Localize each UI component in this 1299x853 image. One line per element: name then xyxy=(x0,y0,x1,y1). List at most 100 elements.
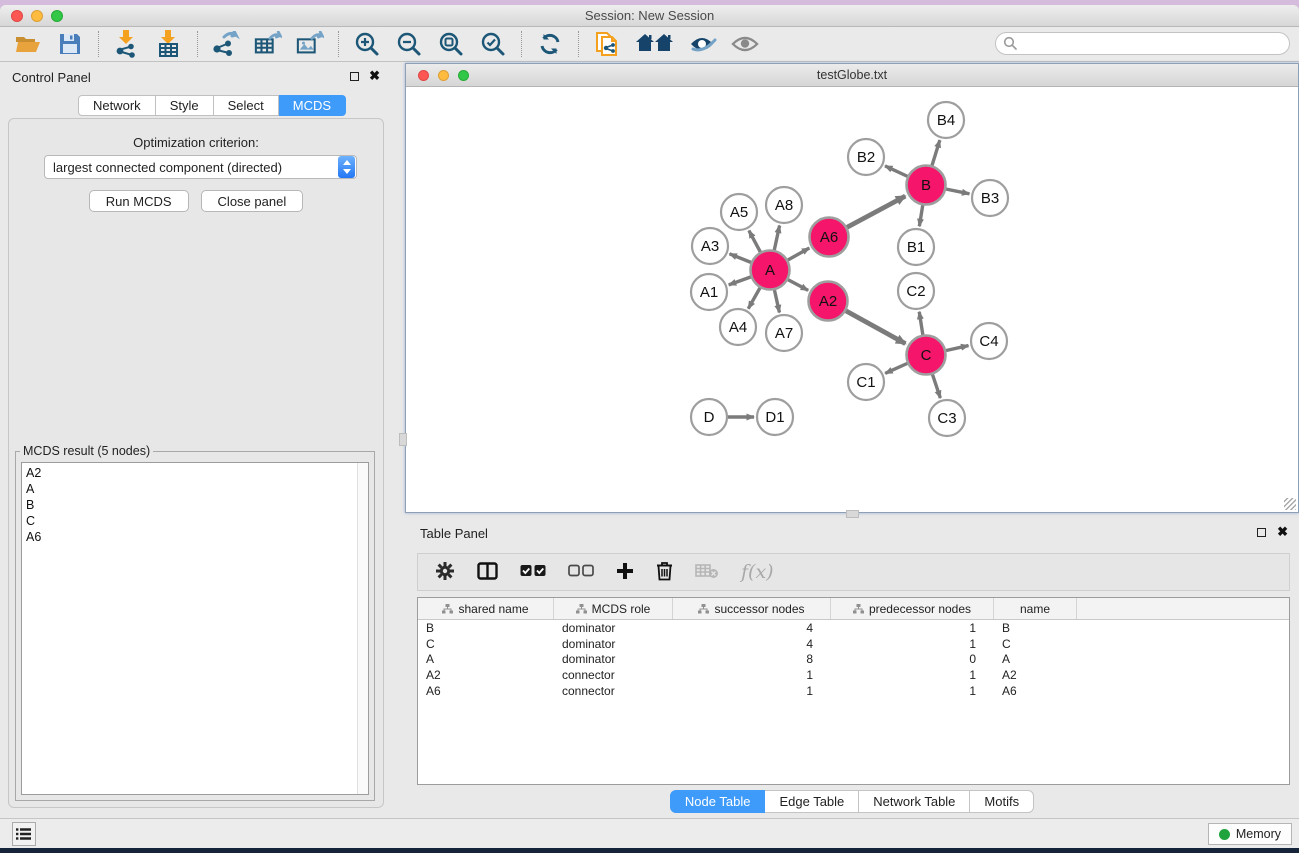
table-cell[interactable]: dominator xyxy=(554,621,673,635)
graph-edge[interactable] xyxy=(729,254,751,263)
graph-node[interactable]: C xyxy=(907,336,946,375)
table-cell[interactable]: A6 xyxy=(994,684,1077,698)
zoom-selected-icon[interactable] xyxy=(479,31,507,57)
tab-node-table[interactable]: Node Table xyxy=(670,790,766,813)
graph-node[interactable]: B3 xyxy=(972,180,1008,216)
tab-network-table[interactable]: Network Table xyxy=(859,790,970,813)
list-item[interactable]: A xyxy=(26,481,364,497)
tab-edge-table[interactable]: Edge Table xyxy=(765,790,859,813)
table-row[interactable]: Cdominator41C xyxy=(418,636,1289,652)
network-window-titlebar[interactable]: testGlobe.txt xyxy=(406,64,1298,87)
list-item[interactable]: A6 xyxy=(26,529,364,545)
graph-node[interactable]: A1 xyxy=(691,274,727,310)
table-cell[interactable]: dominator xyxy=(554,637,673,651)
table-cell[interactable]: connector xyxy=(554,668,673,682)
table-cell[interactable]: A xyxy=(418,652,554,666)
float-table-panel-icon[interactable] xyxy=(1257,528,1266,537)
table-cell[interactable]: A2 xyxy=(994,668,1077,682)
table-cell[interactable]: B xyxy=(994,621,1077,635)
close-panel-button[interactable]: Close panel xyxy=(201,190,304,212)
table-cell[interactable]: connector xyxy=(554,684,673,698)
graph-node[interactable]: A3 xyxy=(692,228,728,264)
table-cell[interactable]: 1 xyxy=(831,621,994,635)
graph-node[interactable]: B4 xyxy=(928,102,964,138)
import-network-icon[interactable] xyxy=(113,31,141,57)
column-header-shared-name[interactable]: shared name xyxy=(418,598,554,619)
graph-node[interactable]: A2 xyxy=(809,282,848,321)
graph-node[interactable]: A6 xyxy=(810,218,849,257)
memory-button[interactable]: Memory xyxy=(1208,823,1292,845)
houses-icon[interactable] xyxy=(635,31,675,57)
table-cell[interactable]: 0 xyxy=(831,652,994,666)
graph-edge[interactable] xyxy=(919,312,923,336)
add-column-icon[interactable] xyxy=(616,562,634,583)
zoom-fit-icon[interactable] xyxy=(437,31,465,57)
graph-edge[interactable] xyxy=(945,189,969,194)
graph-node[interactable]: C4 xyxy=(971,323,1007,359)
graph-edge[interactable] xyxy=(932,140,940,166)
graph-edge[interactable] xyxy=(885,166,908,177)
graph-edge[interactable] xyxy=(945,346,968,351)
eye-icon[interactable] xyxy=(731,31,759,57)
table-cell[interactable]: A2 xyxy=(418,668,554,682)
table-cell[interactable]: 1 xyxy=(831,637,994,651)
graph-edge[interactable] xyxy=(787,248,809,260)
left-divider-handle[interactable] xyxy=(399,433,407,446)
search-input[interactable] xyxy=(995,32,1290,55)
list-item[interactable]: B xyxy=(26,497,364,513)
import-table-icon[interactable] xyxy=(155,31,183,57)
table-cell[interactable]: 4 xyxy=(673,621,831,635)
table-cell[interactable]: 1 xyxy=(673,684,831,698)
graph-node[interactable]: B1 xyxy=(898,229,934,265)
tab-select[interactable]: Select xyxy=(214,95,279,116)
graph-edge[interactable] xyxy=(845,310,905,343)
graph-edge[interactable] xyxy=(748,287,760,309)
export-network-icon[interactable] xyxy=(212,31,240,57)
zoom-out-icon[interactable] xyxy=(395,31,423,57)
table-row[interactable]: A6connector11A6 xyxy=(418,683,1289,699)
table-cell[interactable]: A6 xyxy=(418,684,554,698)
table-cell[interactable]: dominator xyxy=(554,652,673,666)
graph-edge[interactable] xyxy=(774,289,779,312)
column-header-successor-nodes[interactable]: successor nodes xyxy=(673,598,831,619)
select-all-checkboxes-icon[interactable] xyxy=(520,564,546,580)
table-cell[interactable]: 1 xyxy=(831,668,994,682)
graph-node[interactable]: B2 xyxy=(848,139,884,175)
graph-edge[interactable] xyxy=(774,226,779,251)
list-item[interactable]: C xyxy=(26,513,364,529)
graph-node[interactable]: A5 xyxy=(721,194,757,230)
column-layout-icon[interactable] xyxy=(477,562,498,583)
task-history-button[interactable] xyxy=(12,822,36,846)
table-cell[interactable]: C xyxy=(994,637,1077,651)
graph-node[interactable]: A xyxy=(751,251,790,290)
network-canvas[interactable]: AA1A2A3A4A5A6A7A8BB1B2B3B4CC1C2C3C4DD1 xyxy=(406,87,1298,512)
table-cell[interactable]: 1 xyxy=(831,684,994,698)
graph-edge[interactable] xyxy=(729,277,752,285)
graph-node[interactable]: D1 xyxy=(757,399,793,435)
optimization-criterion-select[interactable]: largest connected component (directed) xyxy=(44,155,357,179)
table-cell[interactable]: C xyxy=(418,637,554,651)
table-row[interactable]: A2connector11A2 xyxy=(418,667,1289,683)
table-cell[interactable]: 1 xyxy=(673,668,831,682)
graph-edge[interactable] xyxy=(885,363,908,373)
deselect-all-checkboxes-icon[interactable] xyxy=(568,564,594,580)
tab-motifs[interactable]: Motifs xyxy=(970,790,1034,813)
resize-grip[interactable] xyxy=(1284,498,1296,510)
open-folder-icon[interactable] xyxy=(14,31,42,57)
graph-node[interactable]: A7 xyxy=(766,315,802,351)
graph-node[interactable]: C1 xyxy=(848,364,884,400)
copy-network-icon[interactable] xyxy=(593,31,621,57)
bottom-divider-handle[interactable] xyxy=(846,510,859,518)
graph-node[interactable]: C3 xyxy=(929,400,965,436)
close-table-panel-icon[interactable]: ✖ xyxy=(1277,527,1288,537)
graph-node[interactable]: B xyxy=(907,166,946,205)
table-cell[interactable]: 4 xyxy=(673,637,831,651)
tab-style[interactable]: Style xyxy=(156,95,214,116)
eye-slash-icon[interactable] xyxy=(689,31,717,57)
graph-node[interactable]: A4 xyxy=(720,309,756,345)
table-cell[interactable]: B xyxy=(418,621,554,635)
table-row[interactable]: Adominator80A xyxy=(418,652,1289,668)
graph-edge[interactable] xyxy=(919,204,923,226)
export-table-icon[interactable] xyxy=(254,31,282,57)
column-header-name[interactable]: name xyxy=(994,598,1077,619)
